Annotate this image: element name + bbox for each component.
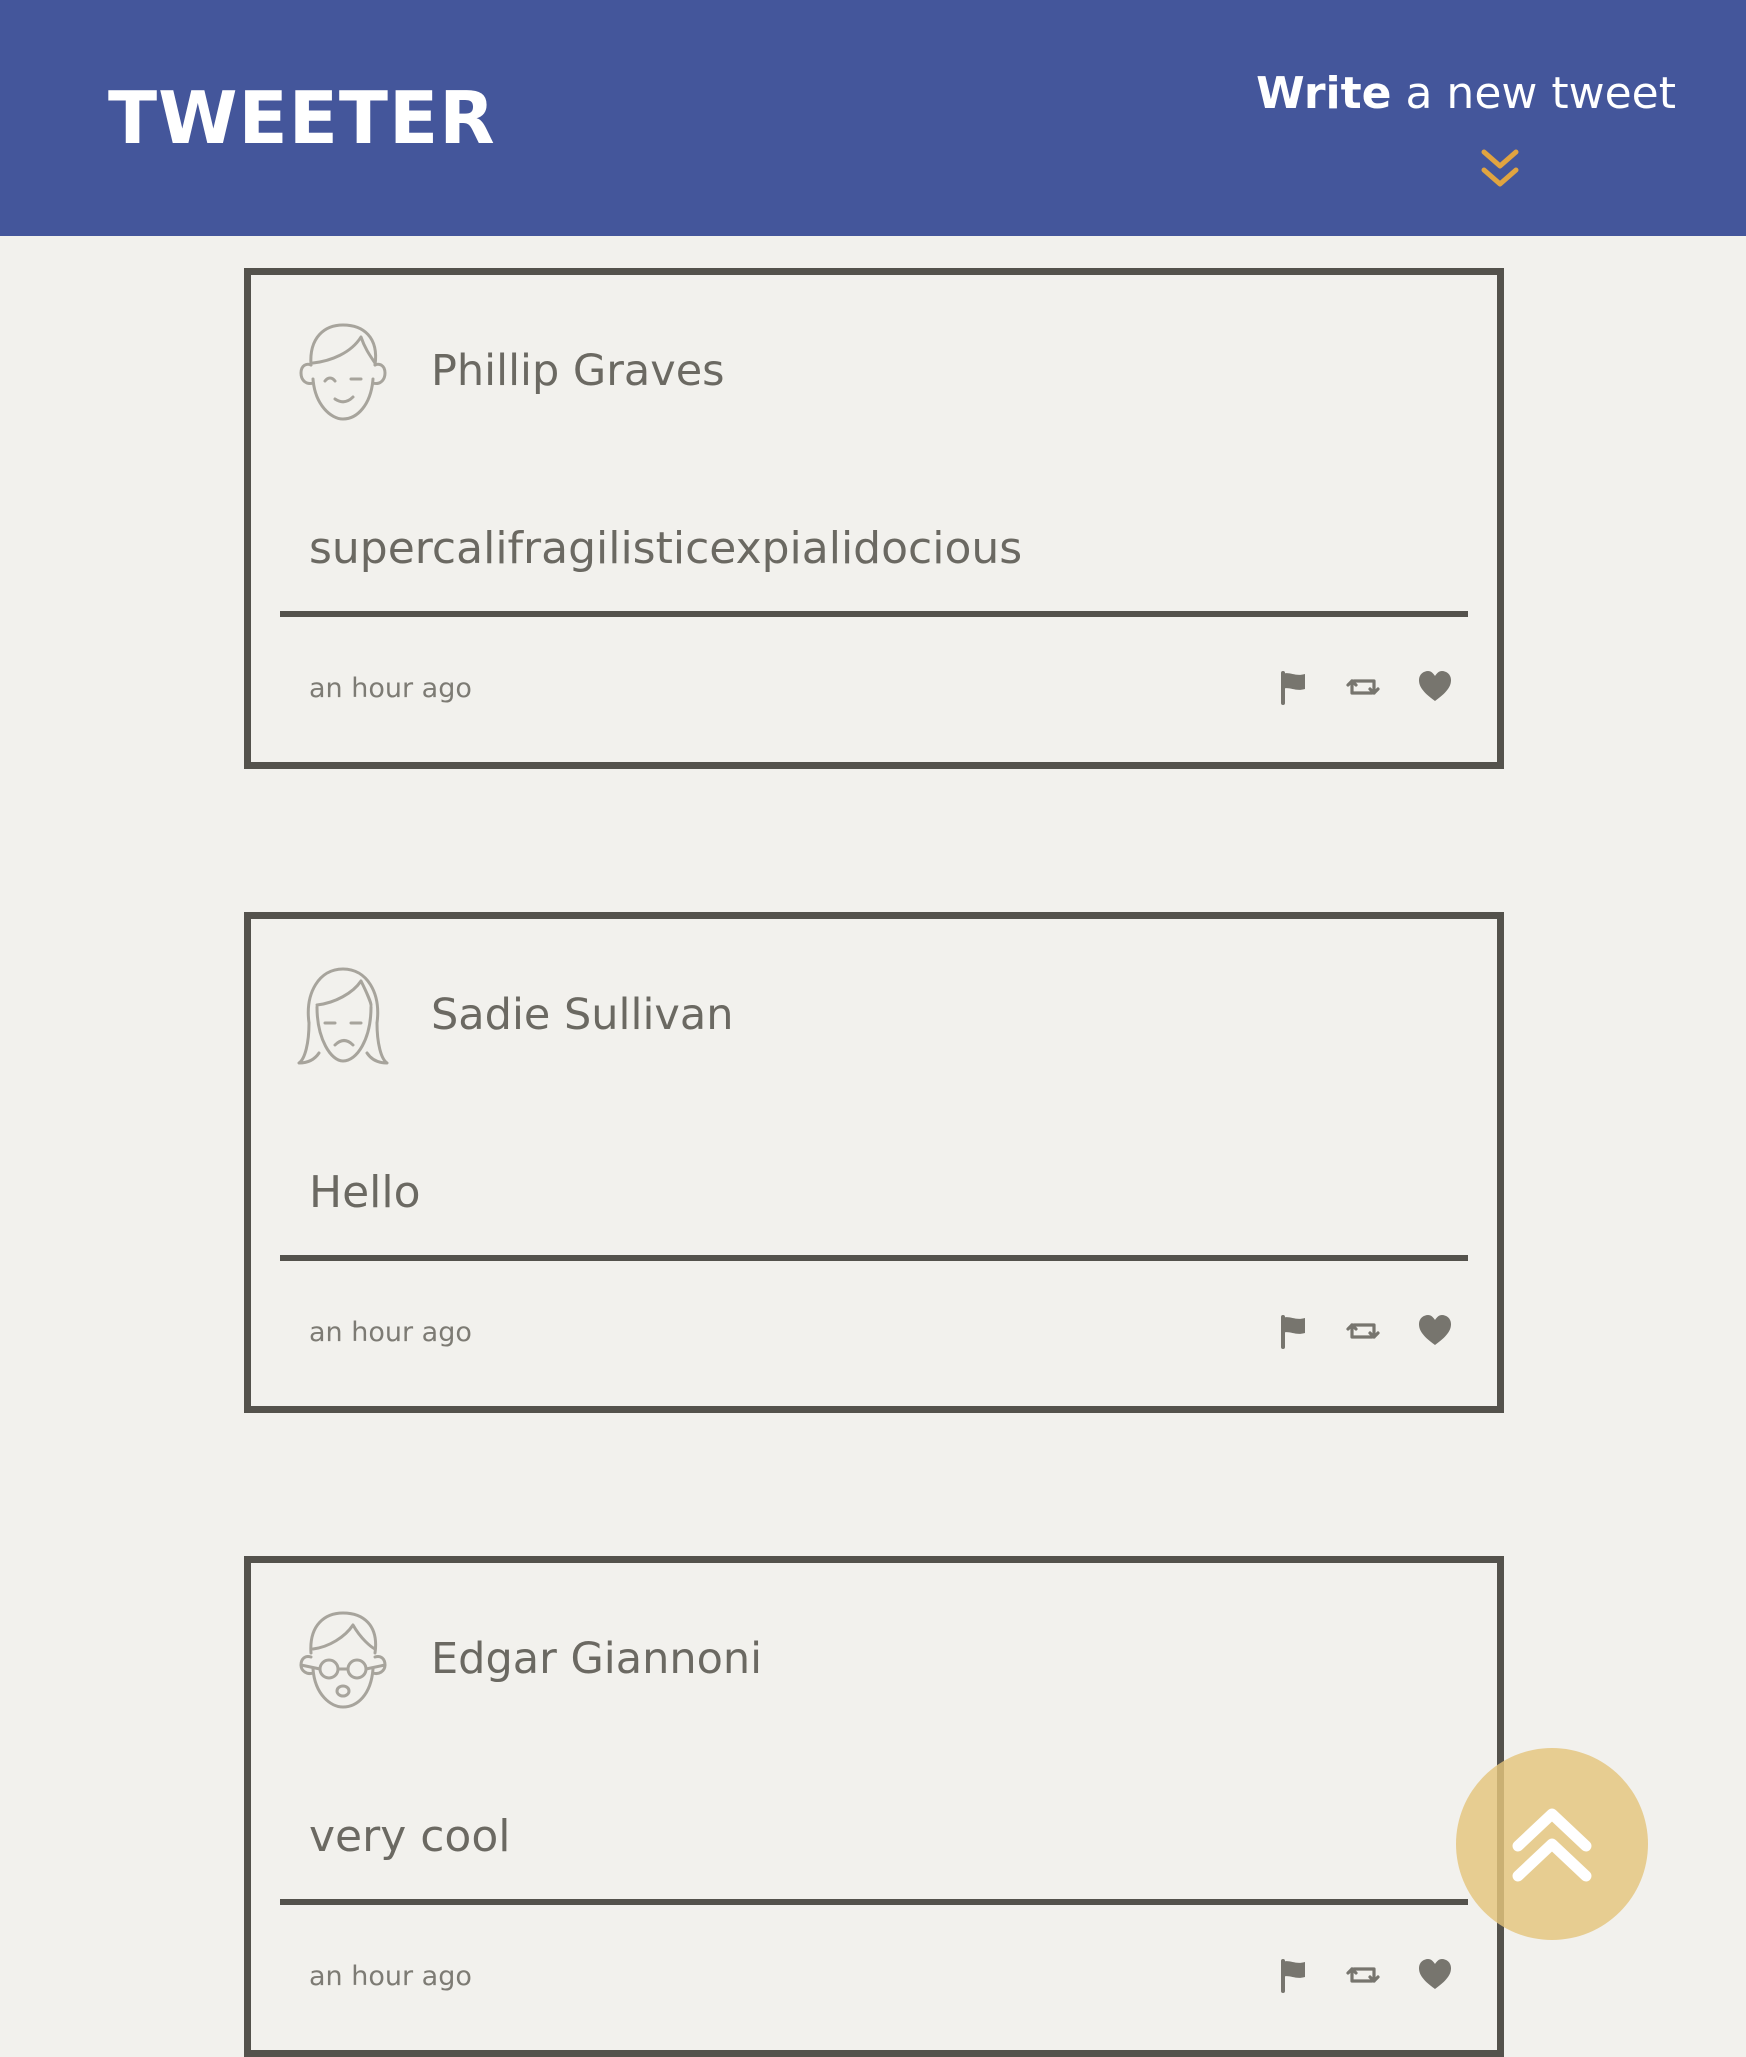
tweet-divider	[280, 1255, 1468, 1261]
tweet-timestamp: an hour ago	[309, 673, 472, 704]
retweet-icon[interactable]	[1345, 1957, 1381, 1993]
flag-icon[interactable]	[1275, 1957, 1311, 1993]
retweet-icon[interactable]	[1345, 1313, 1381, 1349]
tweet-timestamp: an hour ago	[309, 1317, 472, 1348]
brand-logo: TWEETER	[108, 76, 496, 160]
flag-icon[interactable]	[1275, 1313, 1311, 1349]
flag-icon[interactable]	[1275, 669, 1311, 705]
male-face-avatar	[299, 323, 387, 421]
double-chevron-up-icon	[1512, 1808, 1592, 1882]
tweet-actions	[1275, 669, 1455, 709]
tweet-actions	[1275, 1313, 1455, 1353]
heart-icon[interactable]	[1417, 1957, 1453, 1993]
scroll-to-top-button[interactable]	[1456, 1748, 1648, 1940]
new-tweet-label: a new tweet	[1391, 68, 1676, 119]
heart-icon[interactable]	[1417, 1313, 1453, 1349]
tweet-divider	[280, 611, 1468, 617]
tweet-author: Edgar Giannoni	[431, 1634, 763, 1684]
tweet-card: Phillip Graves supercalifragilisticexpia…	[244, 268, 1504, 769]
tweet-timestamp: an hour ago	[309, 1961, 472, 1992]
write-label: Write	[1256, 68, 1392, 119]
retweet-icon[interactable]	[1345, 669, 1381, 705]
double-chevron-down-icon[interactable]	[1480, 148, 1520, 190]
tweet-actions	[1275, 1957, 1455, 1997]
tweet-content: very cool	[309, 1811, 511, 1862]
tweet-card: Sadie Sullivan Hello an hour ago	[244, 912, 1504, 1413]
write-new-tweet-toggle[interactable]: Write a new tweet	[1216, 62, 1676, 126]
tweet-card: Edgar Giannoni very cool an hour ago	[244, 1556, 1504, 2057]
glasses-face-avatar	[299, 1611, 387, 1709]
tweet-author: Phillip Graves	[431, 346, 725, 396]
tweet-divider	[280, 1899, 1468, 1905]
top-nav: TWEETER Write a new tweet	[0, 0, 1746, 236]
tweet-content: supercalifragilisticexpialidocious	[309, 523, 1023, 574]
female-face-avatar	[297, 967, 389, 1065]
tweet-content: Hello	[309, 1167, 421, 1218]
tweet-author: Sadie Sullivan	[431, 990, 734, 1040]
heart-icon[interactable]	[1417, 669, 1453, 705]
